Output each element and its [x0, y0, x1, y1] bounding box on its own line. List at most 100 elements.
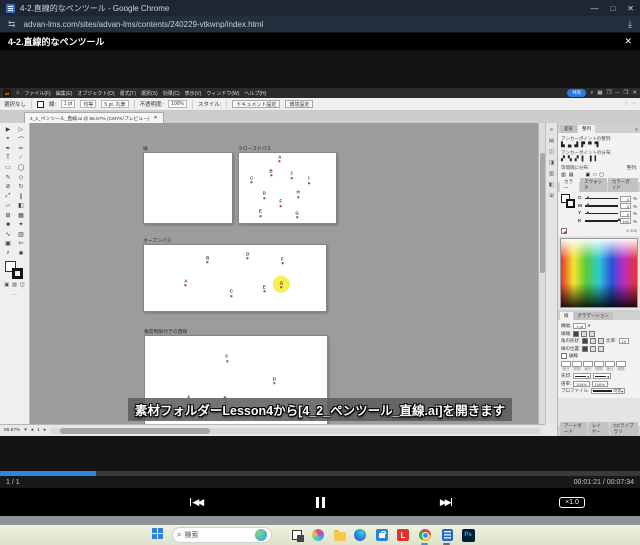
tool-line-segment[interactable]: ∕: [15, 154, 28, 164]
opacity-field[interactable]: 100%: [168, 100, 187, 108]
channel-slider[interactable]: [585, 218, 621, 222]
anchor-point[interactable]: C: [230, 289, 233, 297]
distribute-button[interactable]: ▌: [582, 157, 586, 162]
distribute-button[interactable]: ▞: [575, 157, 579, 162]
copilot-button[interactable]: [311, 528, 325, 542]
screen-mode-icon[interactable]: ◫: [20, 282, 25, 288]
tool-lasso[interactable]: ⌒: [15, 135, 28, 145]
home-icon[interactable]: ⌂: [16, 90, 19, 96]
menu-item[interactable]: 書式(T): [120, 90, 136, 97]
start-button[interactable]: [152, 528, 164, 540]
anchor-point[interactable]: J: [290, 171, 293, 180]
taskbar-search-box[interactable]: ⌕ 検索: [172, 527, 272, 543]
anchor-point[interactable]: A: [184, 278, 187, 287]
menu-item[interactable]: オブジェクト(O): [77, 90, 114, 97]
toolbar-more-icon[interactable]: …: [12, 291, 17, 297]
file-explorer-button[interactable]: [333, 528, 347, 542]
maximize-button[interactable]: □: [610, 4, 615, 13]
weather-icon[interactable]: [255, 529, 267, 541]
panel-icon[interactable]: ◧: [549, 182, 554, 188]
channel-value[interactable]: 100: [619, 218, 631, 224]
tool-symbol-sprayer[interactable]: ▥: [15, 230, 28, 240]
align-options-icon[interactable]: ⫼: [625, 101, 628, 108]
ai-restore-icon[interactable]: ❒: [623, 90, 628, 96]
menu-item[interactable]: 編集(E): [56, 90, 73, 97]
tab-color-guide[interactable]: カラーガイド: [607, 178, 638, 192]
close-button[interactable]: ✕: [627, 4, 634, 13]
anchor-point[interactable]: C: [250, 175, 253, 184]
menu-item[interactable]: ファイル(F): [24, 90, 50, 97]
profile-dropdown[interactable]: 均等 ▾: [591, 388, 626, 394]
artboard-nav-prev-icon[interactable]: ◂: [31, 428, 33, 433]
bottom-panel-tab[interactable]: CCライブラリ: [609, 422, 638, 436]
stroke-weight-dropdown-icon[interactable]: ▾: [588, 323, 590, 329]
artboard-nav-value[interactable]: 1: [37, 428, 40, 433]
tool-selection[interactable]: ▶: [2, 125, 15, 135]
color-stroke-proxy[interactable]: [566, 199, 575, 208]
tab-swatches[interactable]: スウォッチ: [580, 178, 607, 192]
reload-icon[interactable]: ⇆: [8, 19, 16, 30]
fill-stroke-swatches[interactable]: [0, 260, 30, 282]
arrow-start-dropdown[interactable]: ▾: [573, 373, 592, 379]
style-label[interactable]: スタイル:: [198, 100, 222, 108]
preferences-button[interactable]: 環境設定: [285, 100, 314, 108]
skip-back-button[interactable]: ◀◀: [182, 488, 210, 516]
hscrollbar-thumb[interactable]: [60, 427, 211, 434]
scale-start-field[interactable]: 100%: [573, 380, 590, 387]
distribute-button[interactable]: ▞: [561, 157, 565, 162]
corner-bevel-button[interactable]: [598, 338, 605, 344]
workspace-icon[interactable]: ❐: [607, 90, 612, 96]
align-button[interactable]: ▛: [581, 143, 585, 148]
anchor-point[interactable]: I: [307, 176, 310, 185]
canvas-hscrollbar[interactable]: [50, 427, 541, 434]
channel-value[interactable]: 0: [619, 210, 631, 217]
menu-item[interactable]: 選択(S): [141, 90, 158, 97]
anchor-point[interactable]: B: [206, 255, 209, 264]
menu-item[interactable]: ヘルプ(H): [244, 90, 266, 97]
anchor-point[interactable]: F: [279, 199, 282, 208]
task-view-button[interactable]: [290, 528, 304, 542]
align-button[interactable]: ▙: [561, 143, 565, 148]
menu-item[interactable]: 表示(V): [185, 90, 202, 97]
align-button[interactable]: ▄: [568, 143, 572, 148]
url-text[interactable]: advan-lms.com/sites/advan-lms/contents/2…: [24, 20, 628, 29]
tool-eyedropper[interactable]: ✦: [15, 220, 28, 230]
distribute-button[interactable]: ▐: [588, 157, 592, 162]
document-tab[interactable]: 4_2_ペンツール_直線.ai @ 66.67% (CMYK/プレビュー) ✕: [24, 112, 164, 123]
anchor-point[interactable]: G: [280, 280, 283, 289]
tool-rectangle[interactable]: ▭: [2, 163, 15, 173]
cap-projecting-button[interactable]: [589, 330, 596, 337]
align-outside-button[interactable]: [598, 345, 605, 352]
tool-direct-selection[interactable]: ▷: [15, 125, 28, 135]
artboard-1[interactable]: [143, 152, 233, 224]
stroke-proxy[interactable]: [12, 268, 23, 279]
tool-eraser[interactable]: ⊘: [2, 182, 15, 192]
panel-icon[interactable]: ◨: [549, 160, 554, 166]
edge-button[interactable]: [353, 528, 367, 542]
skip-forward-button[interactable]: ▶▶: [432, 488, 460, 516]
panel-icon[interactable]: ▤: [549, 138, 554, 144]
arrange-docs-icon[interactable]: ▦: [597, 90, 602, 96]
ai-canvas[interactable]: 線 クローズドパス A B J C I D H F E G オープンパス B D…: [30, 123, 538, 424]
artboard-nav-next-icon[interactable]: ▸: [44, 428, 46, 433]
l-app-button[interactable]: L: [396, 528, 410, 542]
chrome-button[interactable]: [418, 528, 432, 542]
tool-curvature[interactable]: ✏: [15, 144, 28, 154]
align-inside-button[interactable]: [590, 345, 597, 352]
panel-icon[interactable]: ⊞: [549, 193, 554, 199]
corner-miter-button[interactable]: [582, 338, 589, 344]
tool-perspective-grid[interactable]: ⊞: [2, 211, 15, 221]
download-icon[interactable]: ⤓: [628, 19, 632, 30]
document-tab-close-icon[interactable]: ✕: [154, 116, 158, 121]
tab-color[interactable]: カラー: [560, 178, 580, 192]
playback-speed-button[interactable]: ×1.0: [552, 488, 592, 516]
tool-gradient[interactable]: ■: [2, 220, 15, 230]
tool-blend[interactable]: ∿: [2, 230, 15, 240]
none-swatch[interactable]: [561, 227, 567, 234]
align-button[interactable]: ▜: [595, 143, 599, 148]
align-button[interactable]: ▀: [588, 143, 592, 148]
ratio-field[interactable]: 10: [618, 338, 629, 344]
draw-behind-icon[interactable]: ▨: [12, 282, 17, 288]
color-spectrum[interactable]: [560, 237, 638, 308]
ai-close-icon[interactable]: ✕: [632, 90, 637, 96]
